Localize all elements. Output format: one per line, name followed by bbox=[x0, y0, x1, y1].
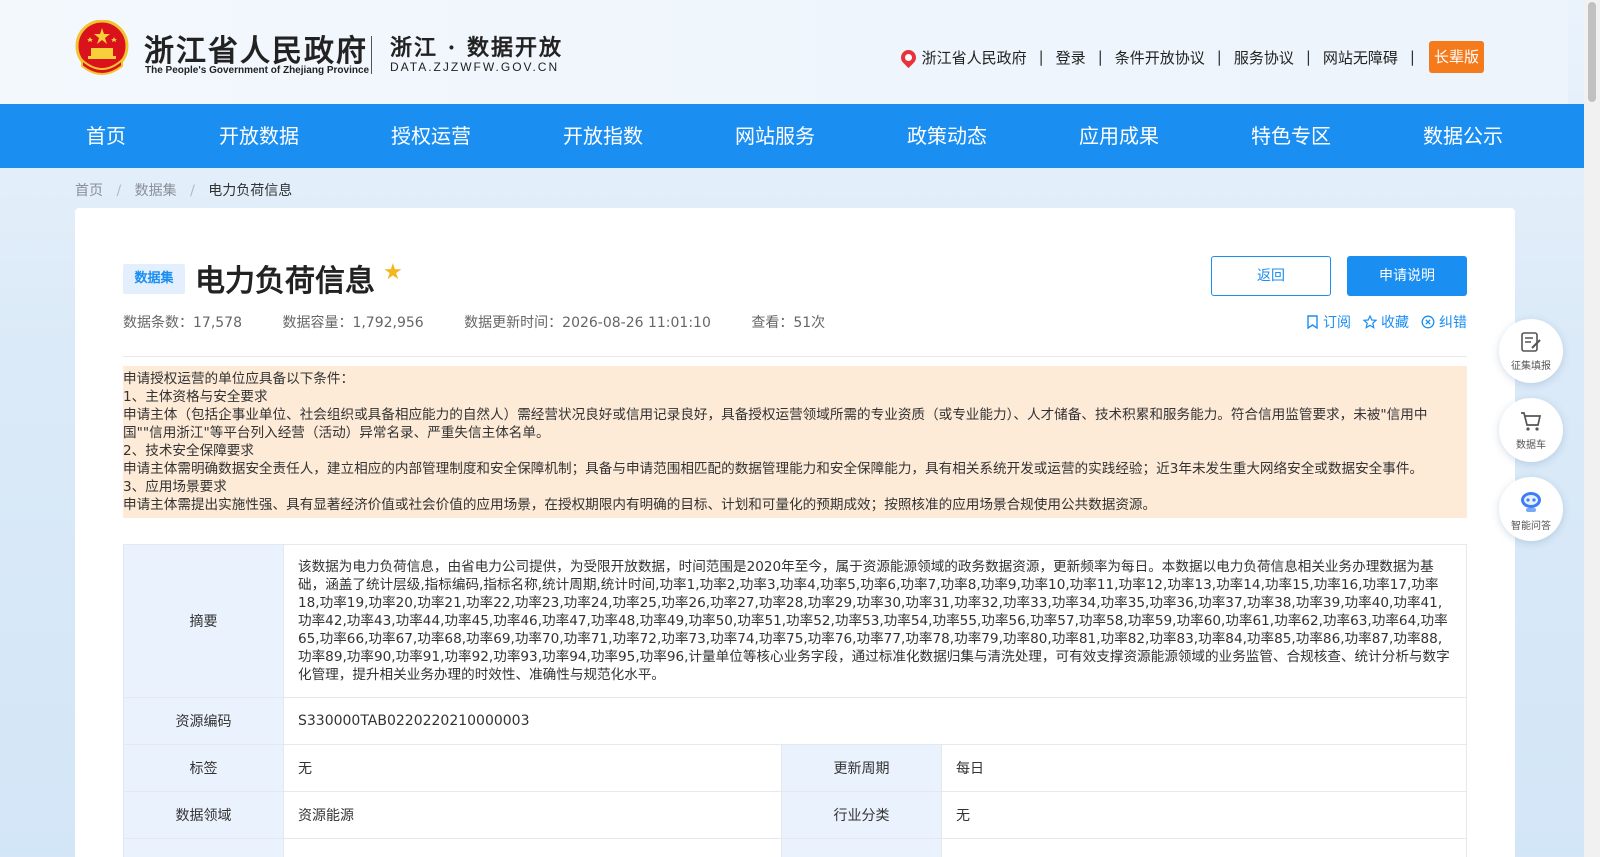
site-header: 浙江省人民政府 The People's Government of Zheji… bbox=[0, 0, 1568, 104]
top-links: 浙江省人民政府 | 登录 | 条件开放协议 | 服务协议 | 网站无障碍 | 长… bbox=[897, 41, 1484, 73]
breadcrumb-current: 电力负荷信息 bbox=[208, 183, 293, 199]
nav-item-open-index[interactable]: 开放指数 bbox=[563, 104, 643, 168]
accessibility-link[interactable]: 网站无障碍 bbox=[1323, 47, 1398, 68]
nav-item-applications[interactable]: 应用成果 bbox=[1079, 104, 1159, 168]
notice-line: 申请授权运营的单位应具备以下条件： bbox=[123, 371, 355, 387]
main-nav: 首页 开放数据 授权运营 开放指数 网站服务 政策动态 应用成果 特色专区 数据… bbox=[0, 104, 1590, 168]
scrollbar-thumb[interactable] bbox=[1588, 2, 1596, 102]
authorization-notice: 申请授权运营的单位应具备以下条件： 1、主体资格与安全要求 申请主体（包括企事业… bbox=[123, 366, 1467, 518]
resource-code-label: 资源编码 bbox=[123, 697, 284, 745]
table-cell bbox=[283, 838, 782, 857]
table-cell bbox=[123, 838, 284, 857]
separator: | bbox=[1305, 48, 1311, 66]
dataset-detail-card: 数据集 电力负荷信息 ★ 返回 申请说明 数据条数：17,578 数据容量：1,… bbox=[75, 208, 1515, 857]
resource-code-value: S330000TAB0220220210000003 bbox=[283, 697, 1467, 745]
table-row: 资源编码 S330000TAB0220220210000003 bbox=[123, 697, 1467, 745]
separator: | bbox=[1216, 48, 1222, 66]
robot-icon bbox=[1521, 492, 1541, 512]
separator: | bbox=[1038, 48, 1044, 66]
table-cell bbox=[941, 838, 1467, 857]
breadcrumb-dataset[interactable]: 数据集 bbox=[135, 183, 177, 199]
nav-item-authorized-operation[interactable]: 授权运营 bbox=[391, 104, 471, 168]
site-url: DATA.ZJZWFW.GOV.CN bbox=[390, 60, 560, 74]
notice-line: 3、应用场景要求 bbox=[123, 479, 227, 495]
update-cycle-label: 更新周期 bbox=[781, 744, 942, 792]
location-pin-icon bbox=[897, 46, 919, 68]
data-cart-label: 数据车 bbox=[1516, 440, 1546, 451]
bookmark-icon bbox=[1307, 315, 1318, 329]
data-size: 数据容量：1,792,956 bbox=[282, 315, 424, 331]
national-emblem-icon bbox=[75, 20, 129, 75]
subscribe-button[interactable]: 订阅 bbox=[1306, 312, 1351, 332]
divider bbox=[123, 356, 1467, 357]
collect-report-label: 征集填报 bbox=[1511, 361, 1551, 372]
breadcrumb-home[interactable]: 首页 bbox=[75, 183, 103, 199]
page-scrollbar[interactable] bbox=[1584, 0, 1600, 857]
notice-line: 申请主体需明确数据安全责任人，建立相应的内部管理制度和安全保障机制；具备与申请范… bbox=[123, 461, 1424, 477]
star-icon: ★ bbox=[383, 260, 403, 285]
dataset-actions: 订阅 收藏 纠错 bbox=[1294, 312, 1467, 332]
tag-label: 标签 bbox=[123, 744, 284, 792]
nav-item-data-publicity[interactable]: 数据公示 bbox=[1423, 104, 1503, 168]
nav-item-open-data[interactable]: 开放数据 bbox=[219, 104, 299, 168]
nav-item-featured[interactable]: 特色专区 bbox=[1251, 104, 1331, 168]
table-row: 数据领域 资源能源 行业分类 无 bbox=[123, 791, 1467, 839]
breadcrumb-separator: / bbox=[116, 183, 122, 199]
separator: | bbox=[1409, 48, 1415, 66]
subscribe-label: 订阅 bbox=[1323, 315, 1351, 331]
tag-value: 无 bbox=[283, 744, 782, 792]
ai-assistant-label: 智能问答 bbox=[1511, 521, 1551, 532]
table-row: 摘要 该数据为电力负荷信息，由省电力公司提供，为受限开放数据，时间范围是2020… bbox=[123, 544, 1467, 698]
collect-report-button[interactable]: 征集填报 bbox=[1499, 319, 1563, 383]
conditional-open-agreement-link[interactable]: 条件开放协议 bbox=[1115, 47, 1205, 68]
notice-line: 2、技术安全保障要求 bbox=[123, 443, 254, 459]
summary-label: 摘要 bbox=[123, 544, 284, 698]
industry-label: 行业分类 bbox=[781, 791, 942, 839]
edit-form-icon bbox=[1521, 332, 1541, 352]
nav-item-policy[interactable]: 政策动态 bbox=[907, 104, 987, 168]
breadcrumb-separator: / bbox=[190, 183, 195, 199]
separator: | bbox=[1097, 48, 1103, 66]
gov-subtitle: The People's Government of Zhejiang Prov… bbox=[145, 65, 370, 76]
notice-line: 申请主体需提出实施性强、具有显著经济价值或社会价值的应用场景，在授权期限内有明确… bbox=[123, 497, 1157, 513]
data-domain-label: 数据领域 bbox=[123, 791, 284, 839]
favorite-button[interactable]: 收藏 bbox=[1363, 312, 1409, 332]
data-domain-value: 资源能源 bbox=[283, 791, 782, 839]
update-time: 数据更新时间：2026-08-26 11:01:10 bbox=[464, 315, 711, 331]
service-agreement-link[interactable]: 服务协议 bbox=[1234, 47, 1294, 68]
back-button[interactable]: 返回 bbox=[1211, 256, 1331, 296]
table-row bbox=[123, 838, 1467, 857]
dataset-type-badge: 数据集 bbox=[123, 264, 185, 294]
error-report-icon bbox=[1421, 315, 1435, 329]
elder-mode-button[interactable]: 长辈版 bbox=[1428, 41, 1484, 73]
page-title: 电力负荷信息 bbox=[195, 264, 375, 299]
view-count: 查看：51次 bbox=[751, 315, 826, 331]
nav-item-site-service[interactable]: 网站服务 bbox=[735, 104, 815, 168]
site-title[interactable]: 浙江 · 数据开放 bbox=[390, 30, 563, 62]
correction-label: 纠错 bbox=[1439, 315, 1467, 331]
row-count: 数据条数：17,578 bbox=[123, 315, 242, 331]
breadcrumb: 首页 / 数据集 / 电力负荷信息 bbox=[75, 180, 292, 200]
logo-divider bbox=[371, 36, 372, 74]
industry-value: 无 bbox=[941, 791, 1467, 839]
correction-button[interactable]: 纠错 bbox=[1421, 312, 1467, 332]
login-link[interactable]: 登录 bbox=[1056, 47, 1086, 68]
table-cell bbox=[781, 838, 942, 857]
gov-portal-link[interactable]: 浙江省人民政府 bbox=[922, 47, 1027, 68]
data-cart-button[interactable]: 数据车 bbox=[1499, 398, 1563, 462]
notice-line: 1、主体资格与安全要求 bbox=[123, 389, 268, 405]
star-outline-icon bbox=[1363, 315, 1377, 329]
dataset-info-table: 摘要 该数据为电力负荷信息，由省电力公司提供，为受限开放数据，时间范围是2020… bbox=[123, 544, 1467, 857]
table-row: 标签 无 更新周期 每日 bbox=[123, 744, 1467, 792]
apply-instructions-button[interactable]: 申请说明 bbox=[1347, 256, 1467, 296]
update-cycle-value: 每日 bbox=[941, 744, 1467, 792]
summary-value: 该数据为电力负荷信息，由省电力公司提供，为受限开放数据，时间范围是2020年至今… bbox=[283, 544, 1467, 698]
nav-item-home[interactable]: 首页 bbox=[86, 104, 126, 168]
favorite-label: 收藏 bbox=[1381, 315, 1409, 331]
ai-assistant-button[interactable]: 智能问答 bbox=[1499, 477, 1563, 541]
dataset-meta: 数据条数：17,578 数据容量：1,792,956 数据更新时间：2026-0… bbox=[123, 312, 861, 332]
cart-icon bbox=[1521, 412, 1542, 431]
gov-title: 浙江省人民政府 bbox=[144, 34, 368, 69]
notice-line: 申请主体（包括企事业单位、社会组织或具备相应能力的自然人）需经营状况良好或信用记… bbox=[123, 407, 1428, 441]
